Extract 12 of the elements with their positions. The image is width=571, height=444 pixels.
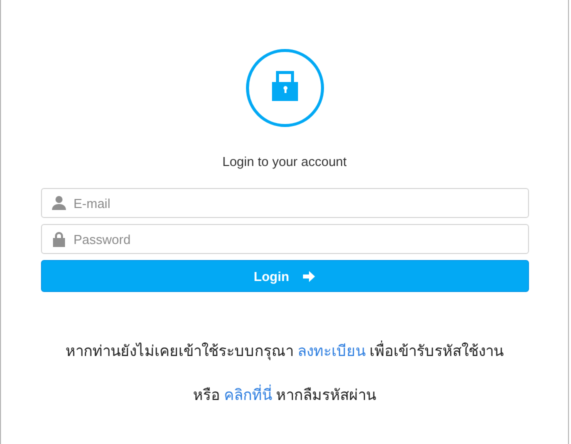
lock-icon	[52, 231, 66, 247]
register-sentence-link[interactable]: ลงทะเบียน	[298, 343, 366, 360]
user-icon	[52, 195, 66, 211]
email-field[interactable]: E-mail	[40, 188, 528, 218]
password-field[interactable]: Password	[40, 224, 528, 254]
arrow-right-icon	[303, 270, 316, 282]
register-sentence: หากท่านยังไม่เคยเข้าใช้ระบบกรุณา ลงทะเบียน เพื่อเข้ารับรหัสใช้งาน	[65, 339, 504, 363]
login-button[interactable]: Login	[40, 260, 528, 292]
lock-icon	[244, 48, 324, 128]
forgot-password-sentence-link[interactable]: คลิกที่นี่	[224, 387, 272, 404]
login-heading: Login to your account	[222, 154, 347, 169]
forgot-password-sentence: หรือ คลิกที่นี่ หากลืมรหัสผ่าน	[192, 383, 376, 407]
